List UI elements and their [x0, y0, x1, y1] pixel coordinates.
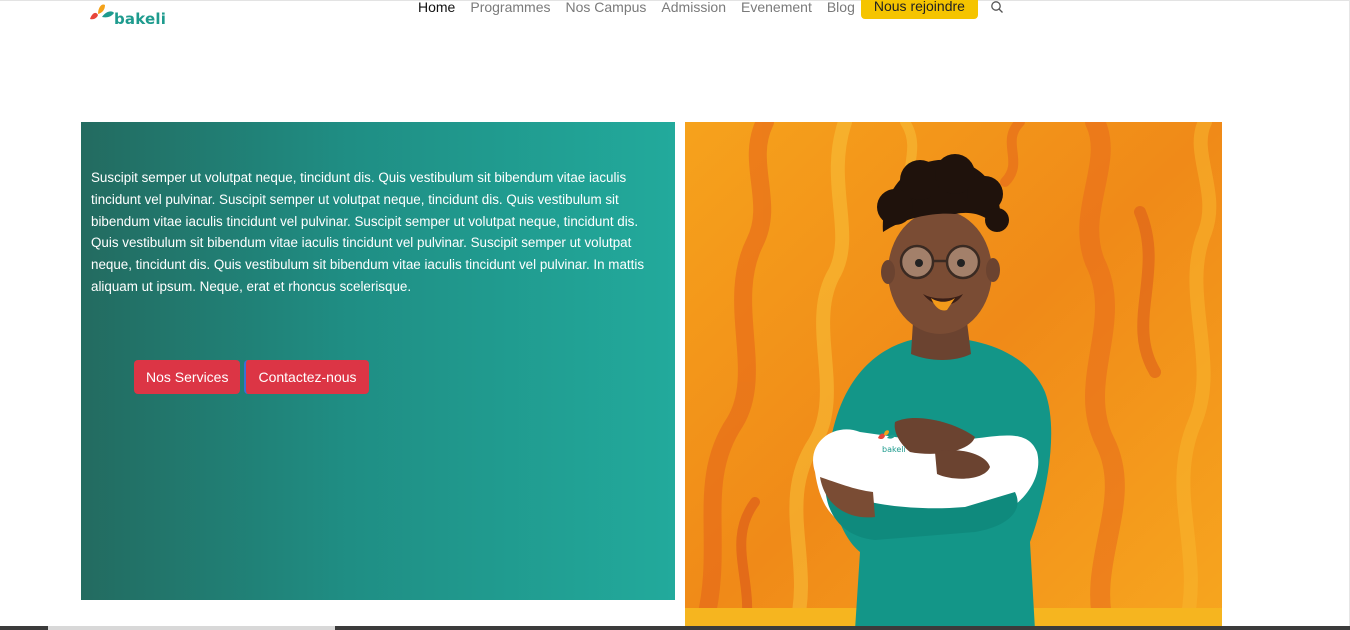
nos-services-button[interactable]: Nos Services	[134, 360, 241, 394]
join-button[interactable]: Nous rejoindre	[860, 0, 978, 19]
hero-button-row: Nos Services Contactez-nous	[134, 360, 369, 394]
nav-home[interactable]: Home	[418, 0, 455, 15]
logo-mark-icon	[90, 4, 114, 20]
nav-nos-campus[interactable]: Nos Campus	[566, 0, 647, 15]
bottom-scroll-strip	[0, 626, 1350, 630]
main-nav: Home Programmes Nos Campus Admission Eve…	[418, 0, 1004, 19]
nav-evenement[interactable]: Evenement	[741, 0, 812, 15]
contactez-nous-button[interactable]: Contactez-nous	[244, 360, 369, 394]
nav-blog[interactable]: Blog	[827, 0, 855, 15]
nav-admission[interactable]: Admission	[661, 0, 726, 15]
hero-paragraph: Suscipit semper ut volutpat neque, tinci…	[91, 170, 645, 294]
logo-text: bakeli	[114, 10, 167, 28]
scrollbar-thumb[interactable]	[48, 626, 335, 630]
search-icon[interactable]	[990, 0, 1004, 14]
shirt-logo-text: bakeli	[882, 445, 906, 454]
mascot-illustration: bakeli	[685, 122, 1222, 630]
bakeli-logo[interactable]: bakeli	[88, 0, 178, 28]
hero-illustration: bakeli	[685, 122, 1222, 630]
hero-text-panel: Suscipit semper ut volutpat neque, tinci…	[81, 122, 675, 600]
nav-programmes[interactable]: Programmes	[470, 0, 550, 15]
